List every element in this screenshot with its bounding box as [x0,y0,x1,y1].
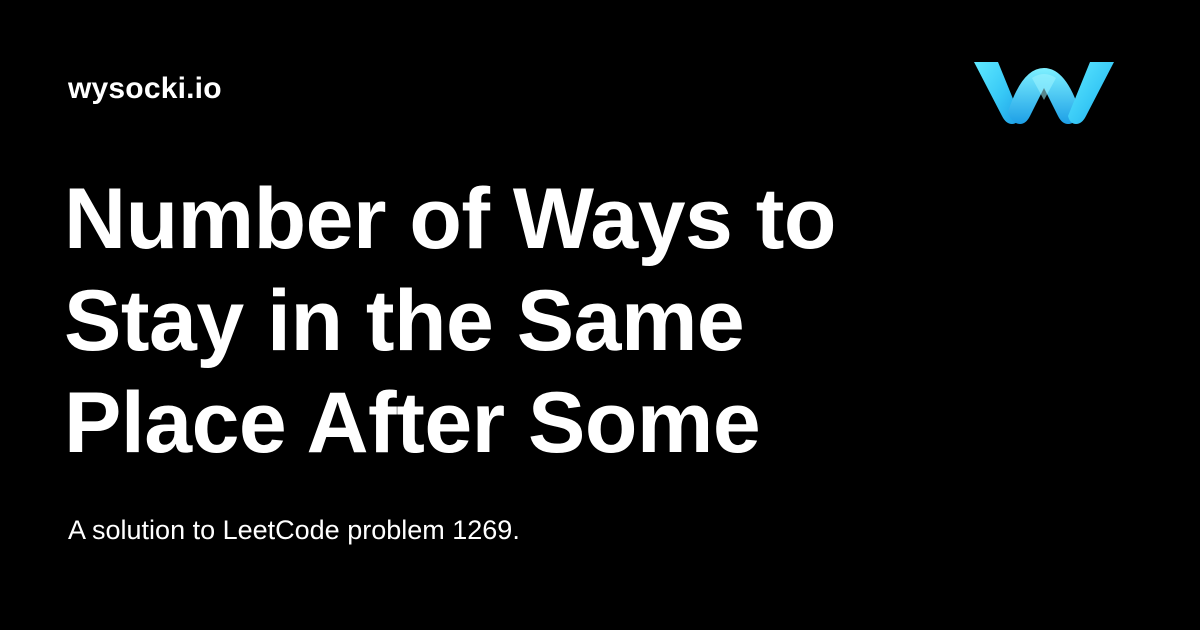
brand-logo[interactable] [972,60,1116,126]
wysocki-w-logo-icon [974,62,1114,124]
article-title: Number of Ways to Stay in the Same Place… [64,168,1064,474]
title-line: Place After Some [64,375,761,471]
site-name[interactable]: wysocki.io [68,70,222,108]
title-line: Stay in the Same [64,273,745,369]
social-share-card: wysocki.io Number of Ways to Stay in the… [0,0,1200,630]
article-subtitle: A solution to LeetCode problem 1269. [68,515,520,545]
title-line: Number of Ways to [64,171,836,267]
